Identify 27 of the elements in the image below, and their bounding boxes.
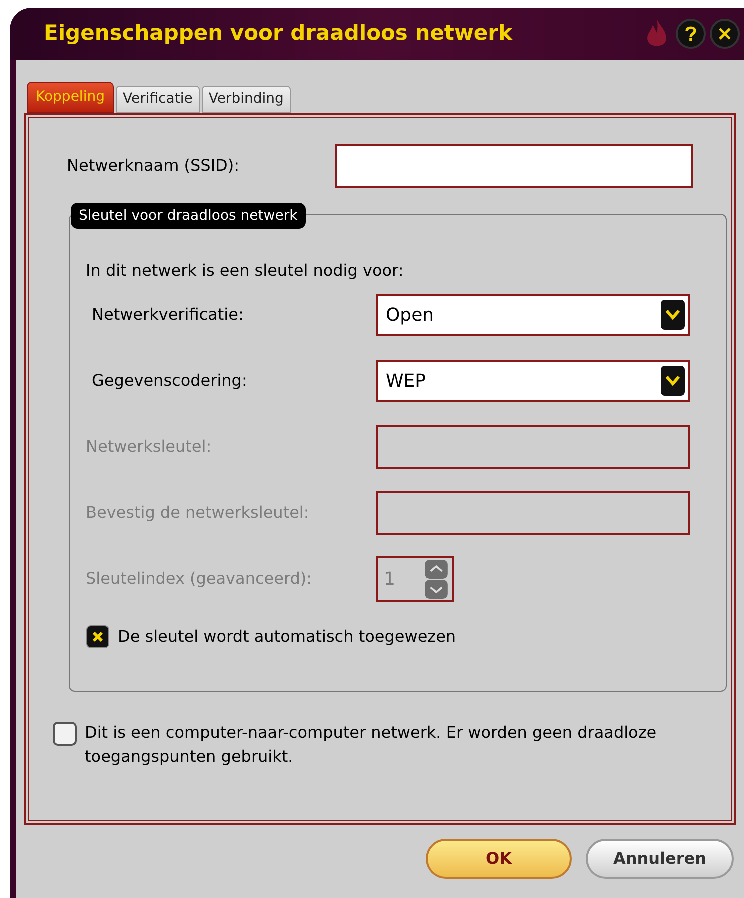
- checkbox[interactable]: [53, 722, 77, 746]
- field-label: Netwerknaam (SSID):: [67, 155, 241, 177]
- tab[interactable]: Verbinding: [202, 86, 291, 113]
- ssid-field[interactable]: [334, 144, 693, 188]
- field-label: Sleutelindex (geavanceerd):: [86, 568, 314, 590]
- spin-up-icon[interactable]: [422, 560, 451, 578]
- field-label: Netwerksleutel:: [86, 436, 213, 458]
- checkbox[interactable]: [86, 625, 110, 649]
- field-label: Gegevenscodering:: [91, 370, 248, 392]
- cancel-button[interactable]: Annuleren: [586, 839, 734, 879]
- field-label: Bevestig de netwerksleutel:: [86, 502, 310, 524]
- flame-icon: [646, 19, 668, 49]
- spin-down-icon[interactable]: [422, 580, 451, 598]
- close-button[interactable]: [710, 19, 740, 49]
- help-icon: [685, 26, 697, 42]
- field-label: Netwerkverificatie:: [91, 304, 245, 326]
- intro-text: In dit netwerk is een sleutel nodig voor:: [86, 260, 405, 282]
- close-icon: [718, 27, 732, 41]
- dropdown[interactable]: Open: [376, 294, 690, 336]
- checkbox-label: De sleutel wordt automatisch toegewezen: [118, 626, 456, 648]
- tab[interactable]: Verificatie: [116, 86, 200, 113]
- window-title: Eigenschappen voor draadloos netwerk: [44, 20, 512, 48]
- group-title: Sleutel voor draadloos netwerk: [71, 203, 306, 229]
- checkbox-label: Dit is een computer-naar-computer netwerk. Er worden geen draadloze toegangspunten gebruikt.: [85, 722, 658, 768]
- dropdown[interactable]: WEP: [376, 360, 690, 402]
- ok-button[interactable]: OK: [426, 839, 572, 879]
- help-button[interactable]: [676, 19, 706, 49]
